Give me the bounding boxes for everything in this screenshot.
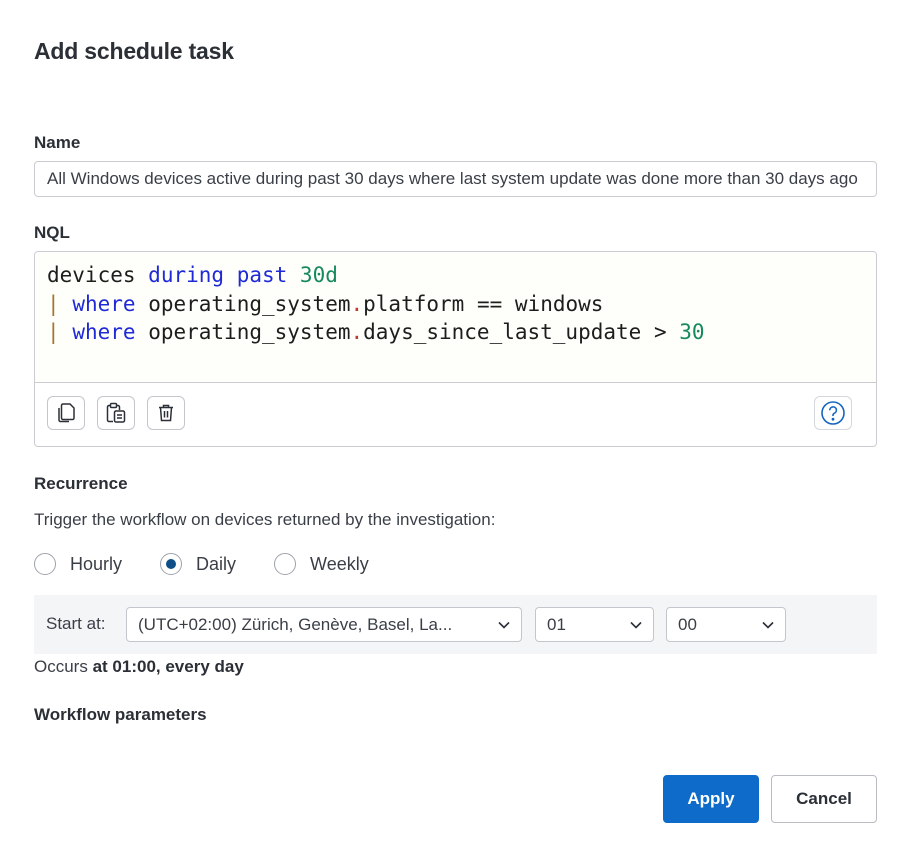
workflow-parameters-label: Workflow parameters <box>34 705 207 724</box>
occurs-summary: Occurs at 01:00, every day <box>34 657 244 677</box>
nql-line-1: devices during past 30d <box>47 261 876 290</box>
nql-token: windows <box>514 291 604 316</box>
help-button[interactable] <box>814 396 852 430</box>
nql-dot: . <box>350 320 364 344</box>
hour-select[interactable]: 01 <box>535 607 654 642</box>
nql-pipe: | <box>47 320 60 344</box>
nql-token: platform <box>363 291 465 316</box>
nql-code-area[interactable]: devices during past 30d | where operatin… <box>35 252 876 383</box>
nql-label: NQL <box>34 223 70 242</box>
nql-operator: == <box>476 291 503 316</box>
radio-daily[interactable]: Daily <box>160 553 236 575</box>
nql-keyword: during <box>148 263 225 287</box>
cancel-button[interactable]: Cancel <box>771 775 877 823</box>
nql-dot: . <box>350 291 364 316</box>
delete-button[interactable] <box>147 396 185 430</box>
radio-label: Weekly <box>310 553 369 574</box>
nql-keyword: past <box>236 263 288 287</box>
radio-label: Daily <box>196 553 237 574</box>
radio-weekly[interactable]: Weekly <box>274 553 369 575</box>
radio-circle[interactable] <box>160 553 183 575</box>
timezone-select[interactable]: (UTC+02:00) Zürich, Genève, Basel, La... <box>126 607 522 642</box>
nql-line-3: | where operating_system.days_since_last… <box>47 318 876 347</box>
chevron-down-icon <box>630 621 642 629</box>
help-icon <box>821 401 845 425</box>
start-at-label: Start at: <box>46 614 106 633</box>
occurs-prefix: Occurs <box>34 657 88 676</box>
nql-keyword: where <box>72 320 136 344</box>
nql-editor: devices during past 30d | where operatin… <box>34 251 877 447</box>
timezone-value: (UTC+02:00) Zürich, Genève, Basel, La... <box>138 614 453 634</box>
name-label: Name <box>34 133 81 152</box>
copy-button[interactable] <box>47 396 85 430</box>
nql-pipe: | <box>47 291 60 316</box>
minute-select[interactable]: 00 <box>666 607 786 642</box>
nql-token: operating_system <box>148 291 351 316</box>
copy-icon <box>58 403 75 423</box>
nql-line-2: | where operating_system.platform == win… <box>47 290 876 319</box>
recurrence-options: Hourly Daily Weekly <box>34 550 407 578</box>
nql-token: devices <box>47 263 136 287</box>
name-input[interactable] <box>34 161 877 197</box>
radio-circle[interactable] <box>274 553 297 575</box>
start-at-panel: Start at: (UTC+02:00) Zürich, Genève, Ba… <box>34 595 877 654</box>
nql-number: 30d <box>299 263 338 287</box>
minute-value: 00 <box>678 614 697 634</box>
nql-token: operating_system <box>148 320 351 344</box>
chevron-down-icon <box>762 621 774 629</box>
hour-value: 01 <box>547 614 566 634</box>
paste-icon <box>106 402 126 423</box>
radio-label: Hourly <box>70 553 123 574</box>
nql-number: 30 <box>679 320 705 344</box>
recurrence-label: Recurrence <box>34 474 128 493</box>
apply-button[interactable]: Apply <box>663 775 759 823</box>
radio-circle[interactable] <box>34 553 56 575</box>
paste-button[interactable] <box>97 396 135 430</box>
nql-token: days_since_last_update <box>363 320 642 344</box>
radio-hourly[interactable]: Hourly <box>34 553 122 575</box>
trash-icon <box>159 404 173 422</box>
nql-keyword: where <box>72 291 136 316</box>
occurs-value: at 01:00, every day <box>92 657 244 676</box>
dialog-title: Add schedule task <box>34 38 234 64</box>
chevron-down-icon <box>498 621 510 629</box>
nql-operator: > <box>653 320 667 344</box>
recurrence-description: Trigger the workflow on devices returned… <box>34 510 496 529</box>
